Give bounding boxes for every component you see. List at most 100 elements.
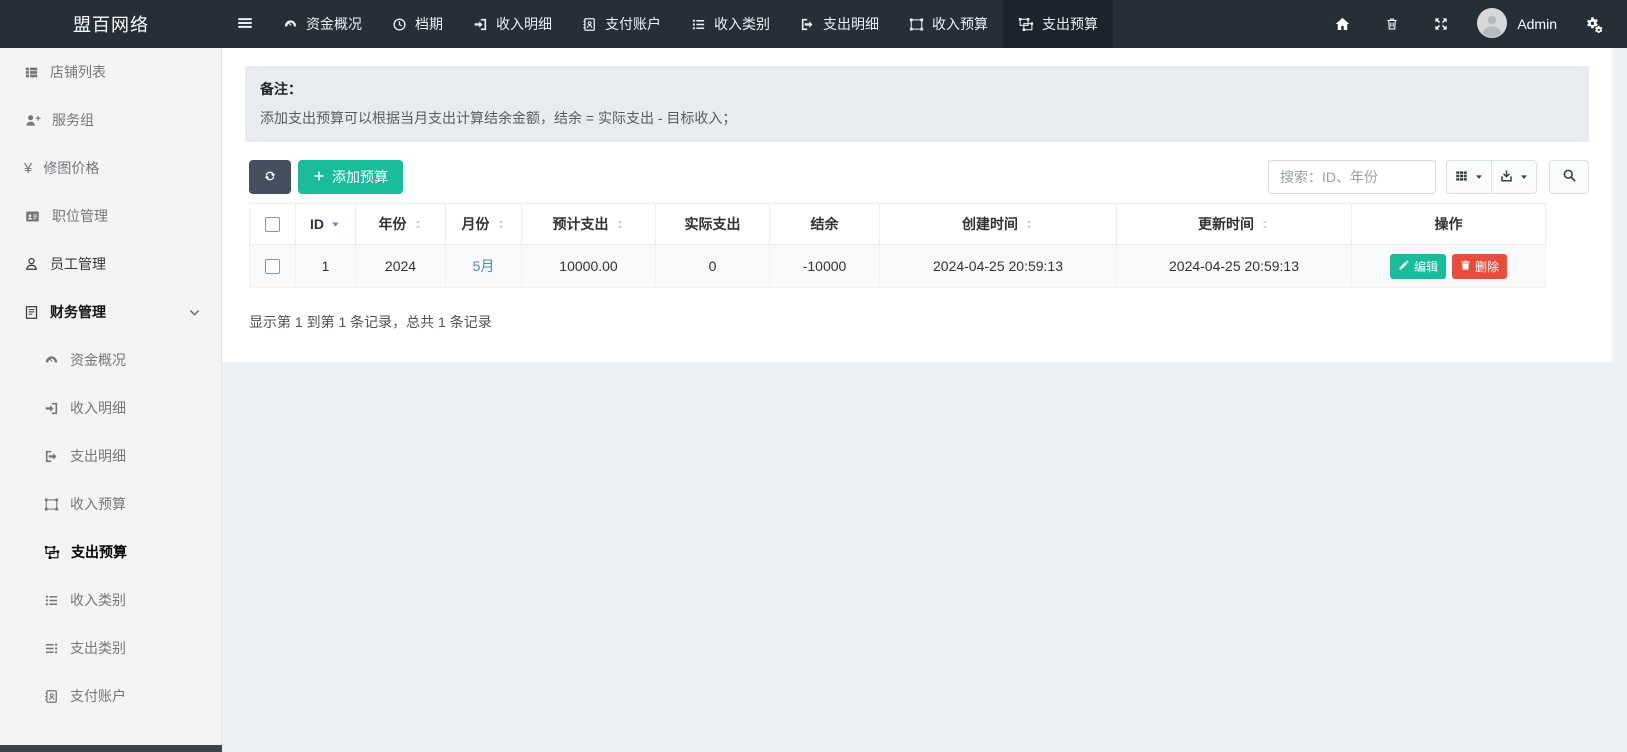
column-label: 年份 bbox=[379, 214, 407, 234]
th-list-icon bbox=[24, 65, 39, 80]
export-button[interactable] bbox=[1491, 160, 1537, 194]
home-icon[interactable] bbox=[1328, 16, 1357, 32]
gauge-icon bbox=[283, 17, 298, 32]
pencil-icon bbox=[1398, 259, 1410, 274]
month-link[interactable]: 5月 bbox=[473, 258, 495, 274]
cell-updated-time: 2024-04-25 20:59:13 bbox=[1117, 245, 1352, 288]
refresh-icon bbox=[263, 169, 277, 186]
sidebar-item-payment-account[interactable]: 支付账户 bbox=[0, 672, 221, 720]
topnav-item-schedule[interactable]: 档期 bbox=[377, 0, 458, 48]
sidebar-item-label: 员工管理 bbox=[50, 254, 106, 274]
column-header-created-time[interactable]: 创建时间 bbox=[880, 204, 1117, 245]
topnav-item-label: 支出预算 bbox=[1042, 14, 1098, 34]
column-label: 创建时间 bbox=[962, 214, 1018, 234]
search-input[interactable] bbox=[1268, 160, 1436, 194]
address-book-icon bbox=[44, 689, 59, 704]
sidebar-item-expense-budget[interactable]: 支出预算 bbox=[0, 528, 221, 576]
sort-desc-icon bbox=[330, 219, 341, 230]
sidebar-item-income-category[interactable]: 收入类别 bbox=[0, 576, 221, 624]
column-header-year[interactable]: 年份 bbox=[356, 204, 446, 245]
table-toolbar: 添加预算 bbox=[249, 160, 1589, 194]
topnav-item-label: 支付账户 bbox=[605, 14, 661, 34]
sidebar-item-staff-mgmt[interactable]: 员工管理 bbox=[0, 240, 221, 288]
column-header-month[interactable]: 月份 bbox=[446, 204, 522, 245]
content-card: 备注： 添加支出预算可以根据当月支出计算结余金额，结余 = 实际支出 - 目标收… bbox=[222, 48, 1612, 362]
cell-actual-expense: 0 bbox=[656, 245, 770, 288]
column-header-actual-expense[interactable]: 实际支出 bbox=[656, 204, 770, 245]
column-header-updated-time[interactable]: 更新时间 bbox=[1117, 204, 1352, 245]
column-label: 操作 bbox=[1435, 214, 1463, 234]
columns-button[interactable] bbox=[1446, 160, 1492, 194]
sidebar-item-label: 收入明细 bbox=[70, 398, 126, 418]
sidebar-item-service-group[interactable]: 服务组 bbox=[0, 96, 221, 144]
list-alt-icon bbox=[44, 641, 59, 656]
sidebar-item-funds-overview[interactable]: 资金概况 bbox=[0, 336, 221, 384]
column-label: 月份 bbox=[462, 214, 490, 234]
sidebar-item-label: 收入预算 bbox=[70, 494, 126, 514]
row-checkbox[interactable] bbox=[265, 259, 280, 274]
add-budget-button[interactable]: 添加预算 bbox=[298, 160, 403, 194]
sign-out-icon bbox=[44, 449, 59, 464]
topnav-item-label: 支出明细 bbox=[823, 14, 879, 34]
sort-icon bbox=[1260, 217, 1270, 232]
sidebar-item-label: 职位管理 bbox=[52, 206, 108, 226]
sidebar-item-label: 支出预算 bbox=[71, 542, 127, 562]
column-header-expected-expense[interactable]: 预计支出 bbox=[522, 204, 656, 245]
table-row: 120245月10000.000-100002024-04-25 20:59:1… bbox=[250, 245, 1546, 288]
sidebar-item-shop-list[interactable]: 店铺列表 bbox=[0, 48, 221, 96]
top-navbar: 盟百网络 资金概况档期收入明细支付账户收入类别支出明细收入预算支出预算 Admi… bbox=[0, 0, 1627, 48]
object-ungroup-icon bbox=[1018, 17, 1034, 32]
topnav-item-income-budget[interactable]: 收入预算 bbox=[894, 0, 1003, 48]
sidebar-item-label: 支出类别 bbox=[70, 638, 126, 658]
fullscreen-icon[interactable] bbox=[1427, 16, 1455, 32]
column-label: 实际支出 bbox=[685, 214, 741, 234]
sidebar-item-finance-mgmt[interactable]: 财务管理 bbox=[0, 288, 221, 336]
id-card-icon bbox=[24, 209, 41, 224]
list-icon bbox=[691, 17, 706, 32]
gears-icon[interactable] bbox=[1579, 16, 1609, 33]
sidebar-toggle-button[interactable] bbox=[222, 0, 268, 48]
sidebar-item-retouch-price[interactable]: ¥修图价格 bbox=[0, 144, 221, 192]
avatar bbox=[1477, 8, 1507, 41]
user-plus-icon bbox=[24, 113, 41, 128]
object-ungroup-icon bbox=[44, 545, 60, 560]
sidebar-item-label: 支出明细 bbox=[70, 446, 126, 466]
list-icon bbox=[44, 593, 59, 608]
trash-icon bbox=[1460, 259, 1471, 274]
sidebar-item-expense-detail[interactable]: 支出明细 bbox=[0, 432, 221, 480]
select-all-checkbox[interactable] bbox=[265, 217, 280, 232]
budget-table: ID年份月份预计支出实际支出结余创建时间更新时间操作 120245月10000.… bbox=[249, 203, 1546, 288]
refresh-button[interactable] bbox=[249, 160, 291, 194]
sign-in-icon bbox=[473, 17, 488, 32]
cell-year: 2024 bbox=[356, 245, 446, 288]
column-header-balance[interactable]: 结余 bbox=[770, 204, 880, 245]
columns-icon bbox=[1454, 169, 1469, 186]
sidebar-item-income-budget[interactable]: 收入预算 bbox=[0, 480, 221, 528]
delete-button[interactable]: 删除 bbox=[1452, 254, 1507, 279]
topnav-item-income-detail[interactable]: 收入明细 bbox=[458, 0, 567, 48]
column-header-id[interactable]: ID bbox=[296, 204, 356, 245]
column-header-select bbox=[250, 204, 296, 245]
cell-month: 5月 bbox=[446, 245, 522, 288]
trash-icon[interactable] bbox=[1379, 16, 1405, 32]
sort-icon bbox=[1024, 217, 1034, 232]
sidebar-item-expense-category[interactable]: 支出类别 bbox=[0, 624, 221, 672]
user-menu[interactable]: Admin bbox=[1477, 8, 1557, 41]
topnav-item-expense-detail[interactable]: 支出明细 bbox=[785, 0, 894, 48]
topnav-item-funds-overview[interactable]: 资金概况 bbox=[268, 0, 377, 48]
topnav-item-payment-account[interactable]: 支付账户 bbox=[567, 0, 676, 48]
topnav-item-label: 收入预算 bbox=[932, 14, 988, 34]
user-icon bbox=[24, 256, 39, 272]
sidebar-item-income-detail[interactable]: 收入明细 bbox=[0, 384, 221, 432]
sidebar-item-position-mgmt[interactable]: 职位管理 bbox=[0, 192, 221, 240]
topnav-item-expense-budget[interactable]: 支出预算 bbox=[1003, 0, 1113, 48]
topnav-item-income-category[interactable]: 收入类别 bbox=[676, 0, 785, 48]
ledger-icon bbox=[24, 305, 39, 320]
action-label: 编辑 bbox=[1414, 258, 1438, 275]
search-button[interactable] bbox=[1549, 160, 1589, 194]
sidebar: 店铺列表服务组 ¥修图价格职位管理员工管理财务管理资金概况收入明细支出明细收入预算… bbox=[0, 48, 222, 752]
edit-button[interactable]: 编辑 bbox=[1390, 254, 1446, 279]
sidebar-item-label: 服务组 bbox=[52, 110, 94, 130]
object-group-icon bbox=[44, 497, 59, 512]
column-label: 更新时间 bbox=[1198, 214, 1254, 234]
